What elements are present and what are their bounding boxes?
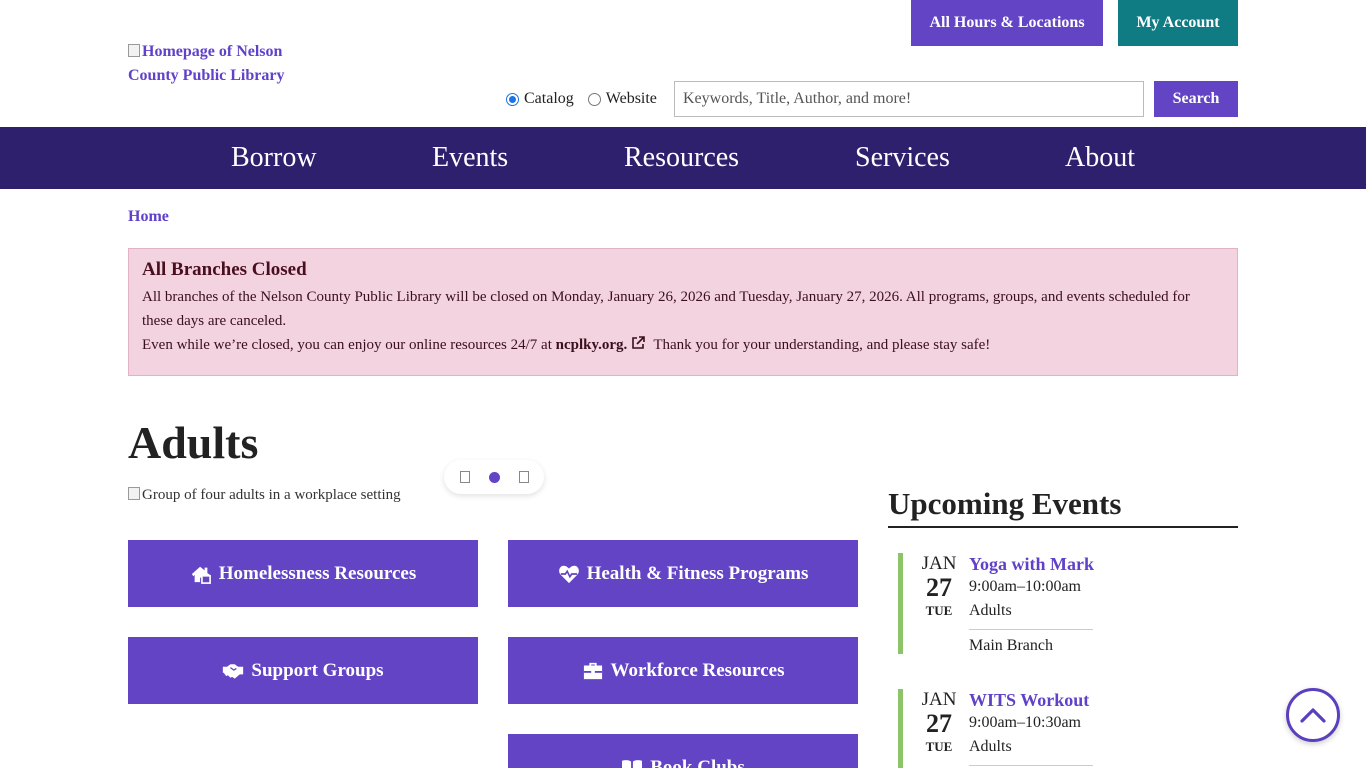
closure-alert: All Branches Closed All branches of the … [128, 248, 1238, 376]
event-location: Main Branch [969, 637, 1053, 654]
alert-line-1: All branches of the Nelson County Public… [142, 289, 1190, 329]
event-audience: Adults [969, 738, 1012, 755]
hero-image: Group of four adults in a workplace sett… [128, 487, 401, 504]
event-item[interactable]: JAN 27 TUE Yoga with Mark 9:00am–10:00am… [898, 553, 1098, 654]
logo-alt-text: Homepage of Nelson County Public Library [128, 43, 285, 84]
event-divider [969, 765, 1093, 766]
event-month: JAN [921, 689, 957, 710]
alert-title: All Branches Closed [142, 259, 307, 280]
upcoming-events-heading: Upcoming Events [888, 486, 1238, 528]
home-icon [191, 566, 211, 584]
back-to-top-button[interactable] [1286, 688, 1340, 742]
catalog-radio[interactable]: Catalog [506, 90, 574, 108]
event-date: JAN 27 TUE [915, 689, 963, 757]
event-day: 27 [926, 573, 952, 602]
carousel-next-icon[interactable] [518, 471, 529, 483]
tile-health-fitness-programs[interactable]: Health & Fitness Programs [508, 540, 858, 607]
alert-line-2: Even while we’re closed, you can enjoy o… [142, 333, 1224, 357]
tile-label: Workforce Resources [610, 659, 785, 681]
nav-item-borrow[interactable]: Borrow [231, 127, 317, 189]
event-info: Yoga with Mark 9:00am–10:00am Adults Mai… [969, 553, 1099, 658]
breadcrumb-home[interactable]: Home [128, 208, 169, 226]
handshake-icon [223, 663, 244, 679]
tile-workforce-resources[interactable]: Workforce Resources [508, 637, 858, 704]
event-month: JAN [921, 553, 957, 574]
search-scope-options: Catalog Website [506, 81, 671, 117]
event-day: 27 [926, 709, 952, 738]
radio-checked-icon[interactable] [506, 92, 519, 106]
event-info: WITS Workout 9:00am–10:30am Adults [969, 689, 1099, 768]
tile-label: Support Groups [251, 659, 384, 681]
event-audience: Adults [969, 602, 1012, 619]
catalog-radio-label: Catalog [524, 90, 574, 107]
tile-book-clubs[interactable]: Book Clubs [508, 734, 858, 768]
tile-label: Health & Fitness Programs [586, 562, 809, 584]
event-item[interactable]: JAN 27 TUE WITS Workout 9:00am–10:30am A… [898, 689, 1098, 768]
event-weekday: TUE [925, 603, 953, 618]
event-title-link[interactable]: Yoga with Mark [969, 553, 1099, 575]
search-input[interactable] [674, 81, 1144, 117]
broken-image-icon [128, 44, 140, 57]
carousel-controls [444, 460, 544, 494]
nav-item-about[interactable]: About [1065, 127, 1135, 189]
tile-homelessness-resources[interactable]: Homelessness Resources [128, 540, 478, 607]
nav-item-services[interactable]: Services [855, 127, 950, 189]
website-radio[interactable]: Website [587, 90, 657, 108]
search-button[interactable]: Search [1154, 81, 1238, 117]
nav-item-events[interactable]: Events [432, 127, 508, 189]
event-weekday: TUE [925, 739, 953, 754]
event-time: 9:00am–10:30am [969, 714, 1081, 731]
tile-support-groups[interactable]: Support Groups [128, 637, 478, 704]
page-title: Adults [128, 417, 259, 468]
nav-item-resources[interactable]: Resources [624, 127, 739, 189]
tile-label: Book Clubs [650, 756, 745, 768]
broken-image-icon [128, 487, 140, 500]
alert-line-2-prefix: Even while we’re closed, you can enjoy o… [142, 337, 552, 353]
alert-link[interactable]: ncplky.org. [556, 337, 628, 353]
library-logo-link[interactable]: Homepage of Nelson County Public Library [128, 40, 308, 88]
event-title-link[interactable]: WITS Workout [969, 689, 1099, 711]
radio-unchecked-icon[interactable] [587, 92, 601, 106]
event-date: JAN 27 TUE [915, 553, 963, 621]
website-radio-label: Website [605, 90, 657, 107]
event-time: 9:00am–10:00am [969, 578, 1081, 595]
heart-pulse-icon [558, 565, 579, 583]
hero-image-alt: Group of four adults in a workplace sett… [142, 487, 401, 503]
briefcase-icon [583, 662, 602, 679]
carousel-dot-active[interactable] [488, 471, 500, 483]
main-navigation: Borrow Events Resources Services About [0, 127, 1366, 189]
my-account-button[interactable]: My Account [1118, 0, 1238, 46]
carousel-prev-icon[interactable] [459, 471, 470, 483]
all-hours-locations-button[interactable]: All Hours & Locations [911, 0, 1103, 46]
event-divider [969, 629, 1093, 630]
book-icon [622, 759, 643, 768]
external-link-icon [632, 336, 646, 349]
alert-line-2-suffix: Thank you for your understanding, and pl… [653, 337, 991, 353]
tile-label: Homelessness Resources [218, 562, 417, 584]
chevron-up-icon [1300, 708, 1326, 723]
